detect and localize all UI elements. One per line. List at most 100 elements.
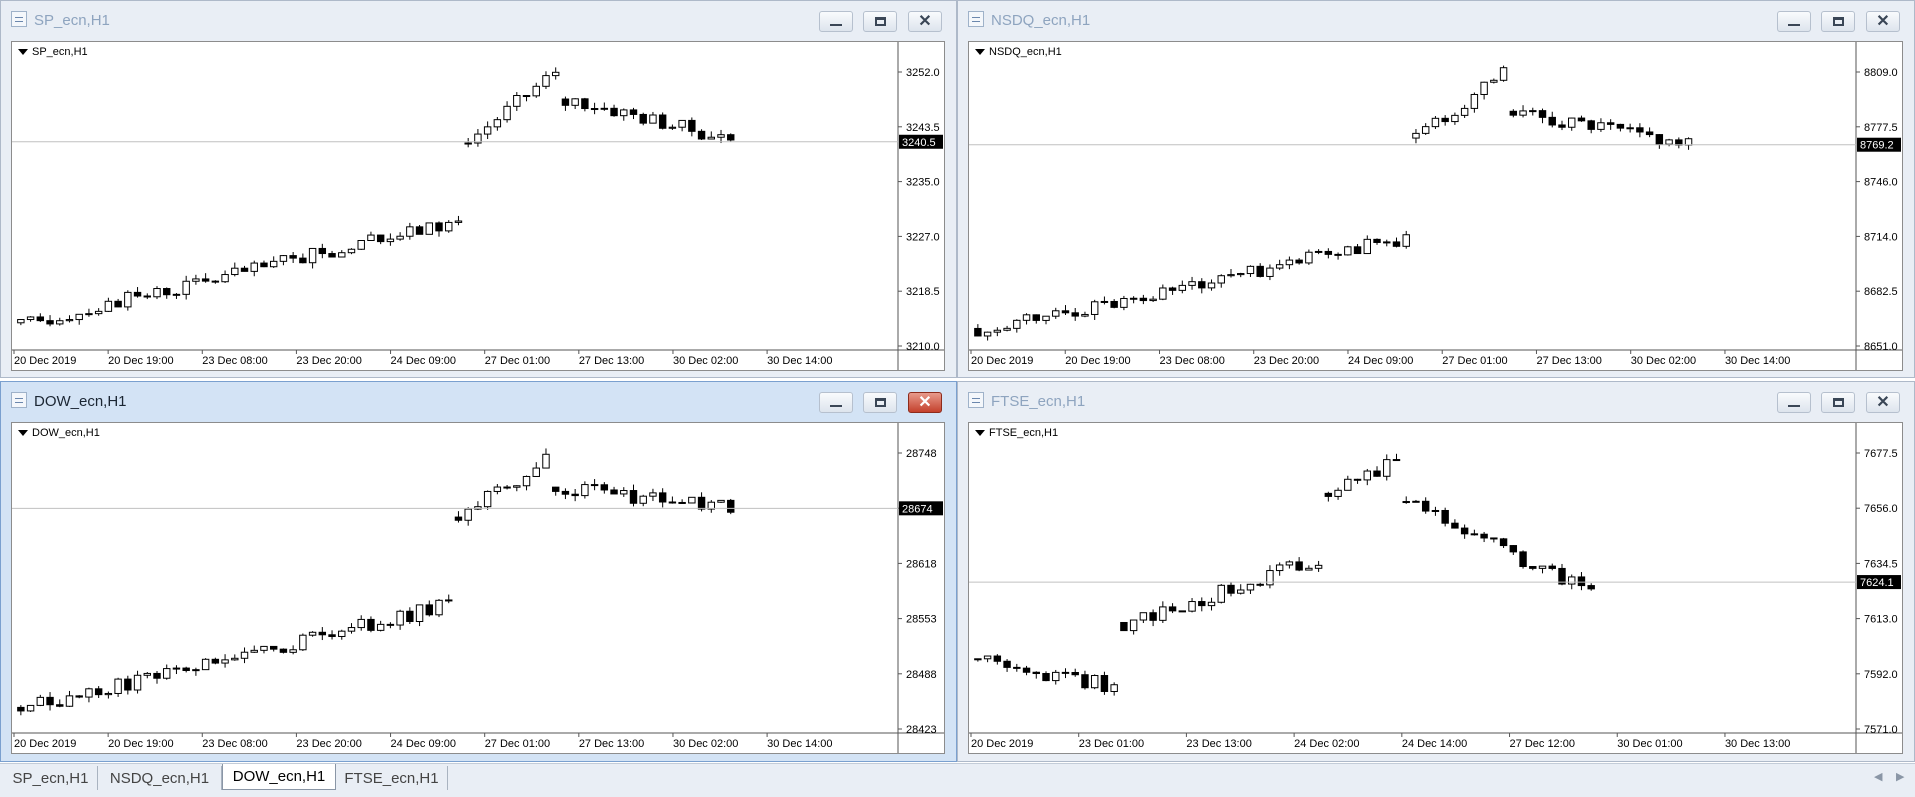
candle-body bbox=[1149, 298, 1157, 302]
candle-body bbox=[1509, 545, 1518, 553]
candle bbox=[1587, 119, 1595, 134]
candle-body bbox=[1013, 319, 1021, 329]
chart-symbol-label[interactable]: DOW_ecn,H1 bbox=[18, 427, 100, 439]
candle-body bbox=[46, 320, 54, 325]
candle-body bbox=[1022, 667, 1031, 673]
close-icon: ✕ bbox=[1876, 12, 1890, 30]
candle bbox=[445, 594, 453, 604]
candle bbox=[308, 631, 317, 637]
candle bbox=[522, 475, 531, 491]
chart-window-sp[interactable]: SP_ecn,H1 ✕ SP_ecn,H1 3252.0 3243.5 3235.0… bbox=[0, 0, 957, 378]
candle-body bbox=[600, 484, 609, 491]
candle bbox=[1207, 279, 1216, 291]
chart-canvas[interactable]: FTSE_ecn,H1 7677.5 7656.0 7634.5 7613.0 7592… bbox=[968, 422, 1903, 754]
candlestick-chart[interactable]: 8809.0 8777.5 8746.0 8714.0 8682.5 8651.0 20 D… bbox=[969, 42, 1902, 370]
maximize-button[interactable] bbox=[1821, 392, 1855, 413]
chart-canvas[interactable]: NSDQ_ecn,H1 8809.0 8777.5 8746.0 8714.0 8682… bbox=[968, 41, 1903, 371]
candle-body bbox=[94, 310, 103, 315]
maximize-button[interactable] bbox=[863, 11, 897, 32]
minimize-button[interactable] bbox=[1777, 11, 1811, 32]
candle-body bbox=[1421, 500, 1430, 512]
close-button[interactable]: ✕ bbox=[908, 11, 942, 32]
window-titlebar[interactable]: NSDQ_ecn,H1 ✕ bbox=[958, 1, 1914, 39]
candle bbox=[561, 96, 570, 111]
scroll-left-icon[interactable]: ◀ bbox=[1874, 770, 1882, 783]
tab-label: SP_ecn,H1 bbox=[12, 769, 89, 787]
chart-symbol-label[interactable]: SP_ecn,H1 bbox=[18, 46, 88, 58]
candle-body bbox=[503, 486, 511, 489]
candle bbox=[474, 129, 482, 147]
chart-window-nsdq[interactable]: NSDQ_ecn,H1 ✕ NSDQ_ecn,H1 8809.0 8777.5 87… bbox=[957, 0, 1915, 378]
candle-body bbox=[1568, 576, 1576, 585]
tab-sp[interactable]: SP_ecn,H1 bbox=[4, 766, 98, 790]
chart-canvas[interactable]: SP_ecn,H1 3252.0 3243.5 3235.0 3227.0 3218.5… bbox=[11, 41, 945, 371]
candle bbox=[551, 486, 560, 496]
candle bbox=[240, 647, 249, 664]
candle bbox=[1548, 563, 1556, 571]
candle bbox=[1217, 274, 1225, 288]
minimize-button[interactable] bbox=[819, 11, 853, 32]
candlestick-chart[interactable]: 28748286832861828553284882842320 Dec 201… bbox=[12, 423, 944, 753]
minimize-button[interactable] bbox=[819, 392, 853, 413]
tab-label: FTSE_ecn,H1 bbox=[344, 769, 439, 787]
chart-symbol-label[interactable]: FTSE_ecn,H1 bbox=[975, 427, 1058, 439]
window-titlebar[interactable]: FTSE_ecn,H1 ✕ bbox=[958, 382, 1914, 420]
candle bbox=[1324, 248, 1333, 259]
candle-body bbox=[974, 327, 982, 337]
candle bbox=[1120, 295, 1128, 311]
candle-body bbox=[376, 623, 385, 631]
minimize-button[interactable] bbox=[1777, 392, 1811, 413]
close-button[interactable]: ✕ bbox=[1866, 11, 1900, 32]
candle-body bbox=[1421, 126, 1430, 134]
candle-body bbox=[1178, 284, 1187, 291]
tab-ftse[interactable]: FTSE_ecn,H1 bbox=[336, 766, 448, 790]
candle-body bbox=[1305, 567, 1313, 571]
candle bbox=[1421, 123, 1430, 135]
chart-window-dow[interactable]: DOW_ecn,H1 ✕ DOW_ecn,H1 2874828683286182… bbox=[0, 381, 957, 762]
tab-dow[interactable]: DOW_ecn,H1 bbox=[222, 764, 336, 790]
close-button[interactable]: ✕ bbox=[1866, 392, 1900, 413]
candlestick-chart[interactable]: 3252.0 3243.5 3235.0 3227.0 3218.5 3210.0 20 D… bbox=[12, 42, 944, 370]
candle-body bbox=[1159, 287, 1167, 300]
close-button[interactable]: ✕ bbox=[908, 392, 942, 413]
candle bbox=[396, 609, 404, 630]
candle-body bbox=[1441, 117, 1449, 123]
candle bbox=[1013, 663, 1021, 672]
candle-body bbox=[1324, 492, 1333, 497]
time-label: 20 Dec 2019 bbox=[14, 738, 76, 750]
candle bbox=[1314, 560, 1323, 572]
chart-symbol-label[interactable]: NSDQ_ecn,H1 bbox=[975, 46, 1062, 58]
maximize-button[interactable] bbox=[1821, 11, 1855, 32]
candle-body bbox=[1285, 259, 1294, 266]
time-label: 23 Dec 20:00 bbox=[1254, 355, 1319, 367]
chart-window-ftse[interactable]: FTSE_ecn,H1 ✕ FTSE_ecn,H1 7677.5 7656.0 76… bbox=[957, 381, 1915, 762]
candle-body bbox=[571, 98, 579, 106]
maximize-button[interactable] bbox=[863, 392, 897, 413]
candle bbox=[1256, 582, 1264, 587]
candle-body bbox=[532, 467, 540, 477]
candle-body bbox=[1237, 273, 1245, 276]
window-titlebar[interactable]: SP_ecn,H1 ✕ bbox=[1, 1, 956, 39]
chart-canvas[interactable]: DOW_ecn,H1 28748286832861828553284882842… bbox=[11, 422, 945, 754]
current-price-label: 8769.2 bbox=[1860, 140, 1894, 152]
candle-body bbox=[75, 695, 83, 698]
minimize-icon bbox=[1788, 404, 1800, 407]
candle bbox=[1032, 671, 1040, 679]
scroll-right-icon[interactable]: ▶ bbox=[1896, 770, 1904, 783]
price-label: 8746.0 bbox=[1864, 177, 1898, 189]
candle bbox=[269, 645, 278, 652]
candle bbox=[289, 251, 297, 263]
candle bbox=[581, 97, 589, 112]
candle-body bbox=[1451, 522, 1459, 529]
price-label: 7677.5 bbox=[1864, 448, 1898, 460]
candle-body bbox=[600, 107, 609, 110]
candle-body bbox=[396, 235, 404, 240]
tab-nsdq[interactable]: NSDQ_ecn,H1 bbox=[98, 766, 222, 790]
candle bbox=[1344, 245, 1352, 256]
candle bbox=[94, 308, 103, 316]
candle bbox=[425, 600, 433, 617]
window-titlebar[interactable]: DOW_ecn,H1 ✕ bbox=[1, 382, 956, 420]
candle-body bbox=[1042, 315, 1050, 321]
candle bbox=[1129, 296, 1138, 304]
candlestick-chart[interactable]: 7677.5 7656.0 7634.5 7613.0 7592.0 7571.0 20 D… bbox=[969, 423, 1902, 753]
